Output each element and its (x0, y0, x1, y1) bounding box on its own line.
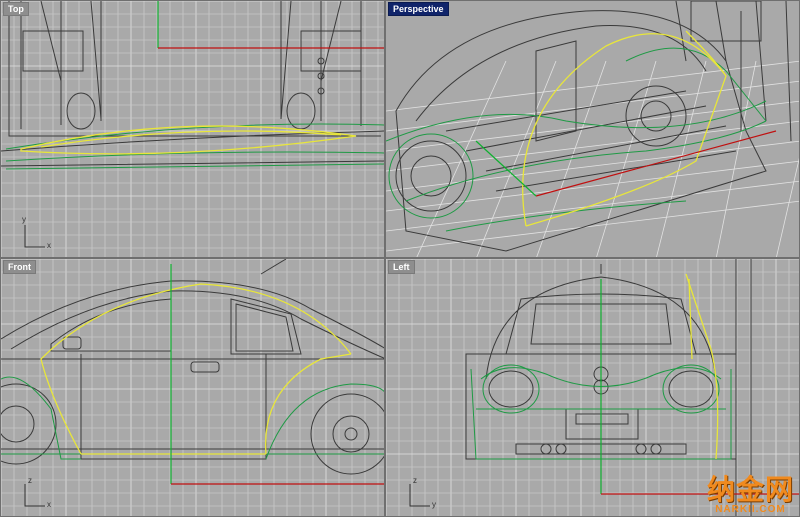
viewport-perspective[interactable]: Perspective (385, 0, 800, 258)
viewport-top[interactable]: Top y x (0, 0, 385, 258)
front-car-wireframe (1, 259, 384, 475)
axis-triad-left: z y (404, 476, 444, 510)
top-grid (1, 1, 384, 257)
viewport-label-left[interactable]: Left (388, 260, 415, 274)
front-grid (1, 259, 384, 516)
perspective-yellow-curves (522, 30, 727, 227)
perspective-axis-x (535, 130, 777, 197)
viewport-label-perspective[interactable]: Perspective (388, 2, 449, 16)
top-view-canvas (1, 1, 384, 257)
watermark-chinese-text: 纳金网 (706, 473, 794, 506)
watermark-logo: 纳金网 NARKII.COM (707, 475, 794, 515)
viewport-front[interactable]: Front z x (0, 258, 385, 517)
axis-triad-front: z x (19, 476, 59, 510)
viewport-label-front[interactable]: Front (3, 260, 36, 274)
front-view-canvas (1, 259, 384, 516)
watermark-latin-text: NARKII.COM (715, 504, 786, 515)
perspective-grid (386, 60, 799, 257)
axis-triad-top: y x (22, 215, 51, 250)
viewport-label-top[interactable]: Top (3, 2, 29, 16)
perspective-view-canvas (386, 1, 799, 257)
